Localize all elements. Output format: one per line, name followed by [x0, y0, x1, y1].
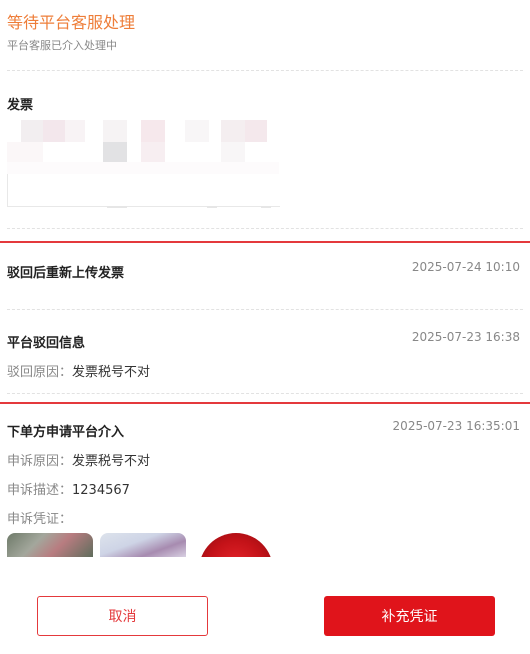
supplement-proof-button[interactable]: 补充凭证	[324, 596, 495, 636]
appeal-proof: 申诉凭证：	[7, 508, 72, 527]
status-title: 等待平台客服处理	[7, 13, 136, 32]
cancel-button[interactable]: 取消	[37, 596, 208, 636]
status-subtitle: 平台客服已介入处理中	[7, 39, 117, 52]
proof-thumbnail[interactable]	[193, 533, 279, 557]
appeal-description-label: 申诉描述：	[7, 483, 73, 498]
appeal-description-value: 1234567	[72, 483, 130, 498]
appeal-reason: 申诉原因：发票税号不对	[7, 450, 150, 469]
timeline-item-time: 2025-07-24 10:10	[411, 260, 520, 274]
highlight-line	[0, 402, 530, 404]
appeal-proof-label: 申诉凭证：	[7, 512, 73, 527]
reject-reason-label: 驳回原因：	[7, 365, 73, 380]
appeal-reason-value: 发票税号不对	[72, 454, 151, 469]
appeal-reason-label: 申诉原因：	[7, 454, 73, 469]
invoice-title: 发票	[7, 98, 34, 113]
invoice-image[interactable]	[7, 120, 280, 212]
timeline-item-time: 2025-07-23 16:38	[411, 330, 520, 344]
divider	[7, 70, 523, 71]
divider	[7, 309, 523, 310]
timeline-item-title: 驳回后重新上传发票	[7, 266, 125, 281]
highlight-line	[0, 241, 530, 243]
timeline-item-title: 下单方申请平台介入	[7, 425, 125, 440]
proof-thumbnail[interactable]	[100, 533, 186, 557]
divider	[7, 228, 523, 229]
divider	[7, 393, 523, 394]
timeline-item-title: 平台驳回信息	[7, 336, 86, 351]
reject-reason-value: 发票税号不对	[72, 365, 151, 380]
reject-reason: 驳回原因：发票税号不对	[7, 361, 150, 380]
timeline-item-time: 2025-07-23 16:35:01	[392, 419, 520, 433]
proof-thumbnail[interactable]	[7, 533, 93, 557]
appeal-description: 申诉描述：1234567	[7, 479, 130, 498]
